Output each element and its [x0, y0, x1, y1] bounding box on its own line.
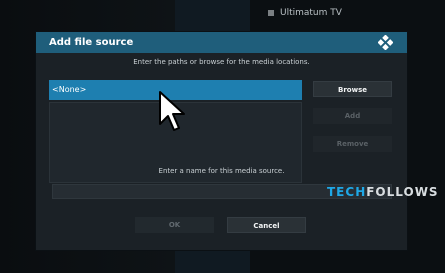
browse-button[interactable]: Browse — [313, 81, 392, 97]
paths-instruction: Enter the paths or browse for the media … — [133, 58, 310, 66]
add-file-source-dialog: Add file source Enter the paths or brows… — [36, 32, 407, 250]
kodi-logo-icon — [378, 35, 393, 50]
watermark-part-2: FOLLOWS — [366, 185, 439, 199]
watermark-part-1: TECH — [327, 185, 367, 199]
dialog-title: Add file source — [49, 37, 134, 48]
mouse-cursor-icon — [159, 91, 185, 131]
dialog-title-bar: Add file source — [36, 32, 407, 53]
background-menu-item[interactable]: Ultimatum TV — [268, 7, 342, 19]
background-menu-label: Ultimatum TV — [280, 8, 342, 18]
name-instruction: Enter a name for this media source. — [158, 167, 285, 175]
cancel-button[interactable]: Cancel — [227, 217, 306, 233]
ok-button[interactable]: OK — [135, 217, 214, 233]
remove-button[interactable]: Remove — [313, 136, 392, 152]
techfollows-watermark: TECHFOLLOWS — [327, 185, 439, 199]
square-icon — [268, 10, 274, 16]
add-button[interactable]: Add — [313, 108, 392, 124]
